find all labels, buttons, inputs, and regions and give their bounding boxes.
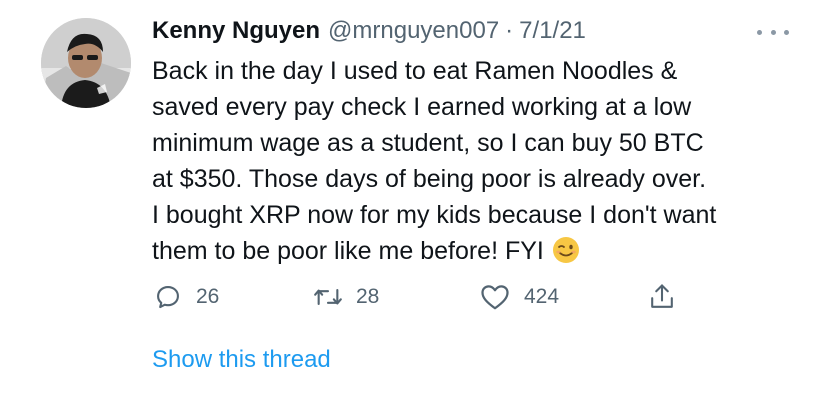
separator-dot: · <box>505 17 514 44</box>
tweet-line: saved every pay check I earned working a… <box>152 93 692 121</box>
retweet-icon <box>314 288 342 306</box>
tweet-actions: 26 28 424 <box>152 280 712 314</box>
more-dot <box>784 29 789 35</box>
author-handle[interactable]: @mrnguyen007 <box>328 17 499 45</box>
more-dot <box>770 29 776 35</box>
tweet-line: I bought XRP now for my kids because I d… <box>152 201 717 229</box>
tweet-line-text: them to be poor like me before! FYI <box>152 237 544 265</box>
tweet-text: Back in the day I used to eat Ramen Nood… <box>152 53 802 269</box>
share-icon <box>651 284 673 308</box>
show-thread-link[interactable]: Show this thread <box>152 346 331 374</box>
reply-button[interactable]: 26 <box>154 280 219 314</box>
more-options-icon[interactable] <box>757 22 789 42</box>
more-dot <box>757 29 762 35</box>
avatar[interactable] <box>41 18 131 108</box>
tweet-line: minimum wage as a student, so I can buy … <box>152 129 704 157</box>
reply-count: 26 <box>196 285 220 308</box>
tweet-line-last: them to be poor like me before! FYI <box>152 233 802 269</box>
retweet-button[interactable]: 28 <box>312 280 379 314</box>
like-count: 424 <box>524 285 560 308</box>
share-button[interactable] <box>648 280 676 314</box>
avatar-image <box>41 18 131 108</box>
heart-icon <box>481 285 509 310</box>
retweet-count: 28 <box>356 285 380 308</box>
winking-face-emoji <box>552 237 579 263</box>
tweet-line: at $350. Those days of being poor is alr… <box>152 165 707 193</box>
tweet-date[interactable]: 7/1/21 <box>519 17 586 45</box>
tweet-header: Kenny Nguyen @mrnguyen007 · 7/1/21 <box>152 14 586 48</box>
like-button[interactable]: 424 <box>480 280 559 314</box>
tweet-line: Back in the day I used to eat Ramen Nood… <box>152 57 678 85</box>
author-name[interactable]: Kenny Nguyen <box>152 17 320 45</box>
reply-icon <box>157 286 179 309</box>
tweet[interactable]: Kenny Nguyen @mrnguyen007 · 7/1/21 Back … <box>0 0 827 417</box>
